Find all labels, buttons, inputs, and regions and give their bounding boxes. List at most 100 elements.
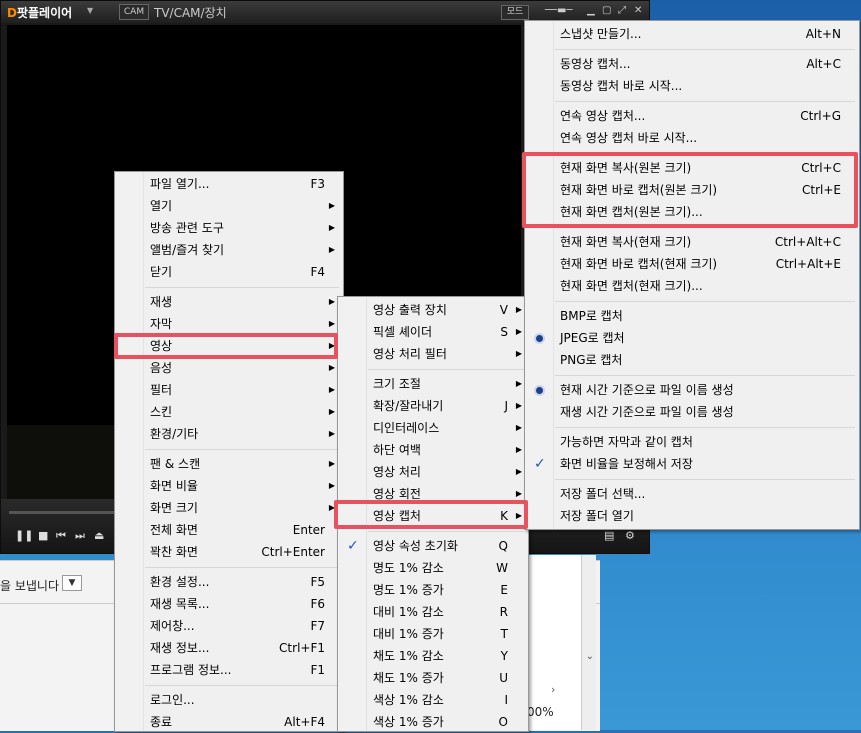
menu-item[interactable]: ✓ 영상 속성 초기화 Q [338, 535, 528, 557]
menu-item[interactable]: 재생 목록... F6 [115, 593, 343, 615]
menu-item[interactable]: 꽉찬 화면 Ctrl+Enter [115, 541, 343, 563]
menu-separator [145, 685, 339, 686]
menu-item[interactable]: 연속 영상 캡처... Ctrl+G [525, 105, 859, 127]
menu-item[interactable]: 로그인... [115, 689, 343, 711]
menu-item[interactable]: 닫기 F4 [115, 261, 343, 283]
menu-item[interactable]: 영상 처리 ▶ [338, 461, 528, 483]
chevron-right-icon: ▶ [328, 481, 335, 490]
menu-item[interactable]: 환경 설정... F5 [115, 571, 343, 593]
menu-item-label: 팬 & 스캔 [150, 457, 201, 471]
pause-icon[interactable]: ❚❚ [15, 529, 33, 542]
menu-item[interactable]: 현재 화면 복사(현재 크기) Ctrl+Alt+C [525, 231, 859, 253]
menu-item[interactable]: 프로그램 정보... F1 [115, 659, 343, 681]
chevron-down-icon[interactable]: ▼ [62, 575, 82, 591]
menu-item[interactable]: 색상 1% 감소 I [338, 689, 528, 711]
menu-item[interactable]: 하단 여백 ▶ [338, 439, 528, 461]
menu-item[interactable]: 스냅샷 만들기... Alt+N [525, 23, 859, 45]
menu-item-label: 동영상 캡처... [560, 57, 631, 71]
menu-item[interactable]: 크기 조절 ▶ [338, 373, 528, 395]
next-icon[interactable]: ⏭ [75, 529, 85, 543]
menu-item-label: 앨범/즐겨 찾기 [150, 243, 225, 257]
menu-item[interactable]: 명도 1% 증가 E [338, 579, 528, 601]
menu-item[interactable]: 저장 폴더 열기 [525, 505, 859, 527]
menu-item[interactable]: 화면 비율 ▶ [115, 475, 343, 497]
menu-item-label: 프로그램 정보... [150, 663, 232, 677]
menu-item[interactable]: 영상 처리 필터 ▶ [338, 343, 528, 365]
menu-item[interactable]: 열기 ▶ [115, 195, 343, 217]
menu-item-label: 현재 화면 캡처(현재 크기)... [560, 279, 703, 293]
volume-slider-icon[interactable]: ──▬─ [545, 5, 573, 16]
menu-item[interactable]: 자막 ▶ [115, 313, 343, 335]
menu-item[interactable]: 파일 열기... F3 [115, 173, 343, 195]
menu-item[interactable]: 팬 & 스캔 ▶ [115, 453, 343, 475]
stop-icon[interactable]: ■ [38, 529, 48, 542]
menu-item[interactable]: 음성 ▶ [115, 357, 343, 379]
menu-item[interactable]: 디인터레이스 ▶ [338, 417, 528, 439]
menu-item-label: 영상 출력 장치 [373, 303, 447, 317]
menu-item-label: 전체 화면 [150, 523, 198, 537]
menu-item[interactable]: 화면 크기 ▶ [115, 497, 343, 519]
menu-item[interactable]: 현재 시간 기준으로 파일 이름 생성 [525, 379, 859, 401]
cam-badge[interactable]: CAM [119, 4, 149, 20]
menu-item[interactable]: BMP로 캡처 [525, 305, 859, 327]
menu-item[interactable]: 앨범/즐겨 찾기 ▶ [115, 239, 343, 261]
gear-icon[interactable]: ⚙ [625, 529, 635, 542]
menu-item-shortcut: F7 [310, 619, 325, 633]
menu-item[interactable]: ✓ 화면 비율을 보정해서 저장 [525, 453, 859, 475]
menu-item[interactable]: 환경/기타 ▶ [115, 423, 343, 445]
menu-item[interactable]: 동영상 캡처... Alt+C [525, 53, 859, 75]
chevron-right-icon: ▶ [515, 379, 522, 388]
chevron-right-icon[interactable]: › [551, 683, 555, 696]
menu-item[interactable]: 채도 1% 감소 Y [338, 645, 528, 667]
menu-item-shortcut: F4 [310, 265, 325, 279]
previous-icon[interactable]: ⏮ [56, 529, 66, 543]
menu-item-shortcut: S [500, 325, 508, 339]
app-logo[interactable]: D팟플레이어 [7, 4, 72, 21]
playlist-icon[interactable]: ▤ [604, 529, 614, 542]
menu-item[interactable]: 현재 화면 바로 캡처(현재 크기) Ctrl+Alt+E [525, 253, 859, 275]
menu-item[interactable]: 제어창... F7 [115, 615, 343, 637]
maximize-icon[interactable]: ▢ [602, 5, 611, 16]
chevron-down-icon[interactable]: ⌄ [586, 651, 594, 662]
chevron-right-icon: ▶ [515, 423, 522, 432]
minimize-icon[interactable]: ▁ [587, 5, 595, 16]
menu-item[interactable]: 연속 영상 캡처 바로 시작... [525, 127, 859, 149]
menu-item[interactable]: 스킨 ▶ [115, 401, 343, 423]
menu-item-label: 가능하면 자막과 같이 캡처 [560, 435, 693, 449]
menu-item[interactable]: 대비 1% 감소 R [338, 601, 528, 623]
chevron-right-icon: ▶ [328, 459, 335, 468]
menu-item[interactable]: 현재 화면 캡처(현재 크기)... [525, 275, 859, 297]
menu-separator [555, 301, 855, 302]
menu-item[interactable]: 대비 1% 증가 T [338, 623, 528, 645]
menu-separator [368, 369, 524, 370]
seek-bar[interactable] [9, 511, 115, 514]
menu-item[interactable]: 채도 1% 증가 U [338, 667, 528, 689]
close-icon[interactable]: ✕ [634, 5, 642, 16]
menu-item[interactable]: 재생 ▶ [115, 291, 343, 313]
chevron-down-icon[interactable]: ▼ [87, 6, 93, 15]
menu-item[interactable]: 방송 관련 도구 ▶ [115, 217, 343, 239]
menu-item[interactable]: 확장/잘라내기 J ▶ [338, 395, 528, 417]
menu-item[interactable]: 동영상 캡처 바로 시작... [525, 75, 859, 97]
menu-item-label: 현재 화면 바로 캡처(현재 크기) [560, 257, 718, 271]
menu-item[interactable]: 픽셀 셰이더 S ▶ [338, 321, 528, 343]
menu-item[interactable]: 전체 화면 Enter [115, 519, 343, 541]
background-list-panel: ⌄ › 00% [520, 555, 596, 730]
menu-item[interactable]: JPEG로 캡처 [525, 327, 859, 349]
menu-item[interactable]: 필터 ▶ [115, 379, 343, 401]
menu-item-label: 대비 1% 증가 [373, 627, 444, 641]
mode-button[interactable]: 모드 [501, 5, 529, 20]
menu-item-label: 영상 처리 [373, 465, 421, 479]
menu-item[interactable]: PNG로 캡처 [525, 349, 859, 371]
fullscreen-icon[interactable]: ⤢ [618, 5, 626, 16]
menu-item[interactable]: 영상 출력 장치 V ▶ [338, 299, 528, 321]
menu-item[interactable]: 저장 폴더 선택... [525, 483, 859, 505]
menu-item[interactable]: 재생 시간 기준으로 파일 이름 생성 [525, 401, 859, 423]
scrollbar[interactable] [581, 555, 596, 730]
menu-item[interactable]: 재생 정보... Ctrl+F1 [115, 637, 343, 659]
menu-item[interactable]: 가능하면 자막과 같이 캡처 [525, 431, 859, 453]
zoom-level[interactable]: 00% [527, 705, 554, 719]
eject-icon[interactable]: ⏏ [94, 529, 104, 542]
menu-item[interactable]: 명도 1% 감소 W [338, 557, 528, 579]
menu-item-label: 채도 1% 감소 [373, 649, 444, 663]
